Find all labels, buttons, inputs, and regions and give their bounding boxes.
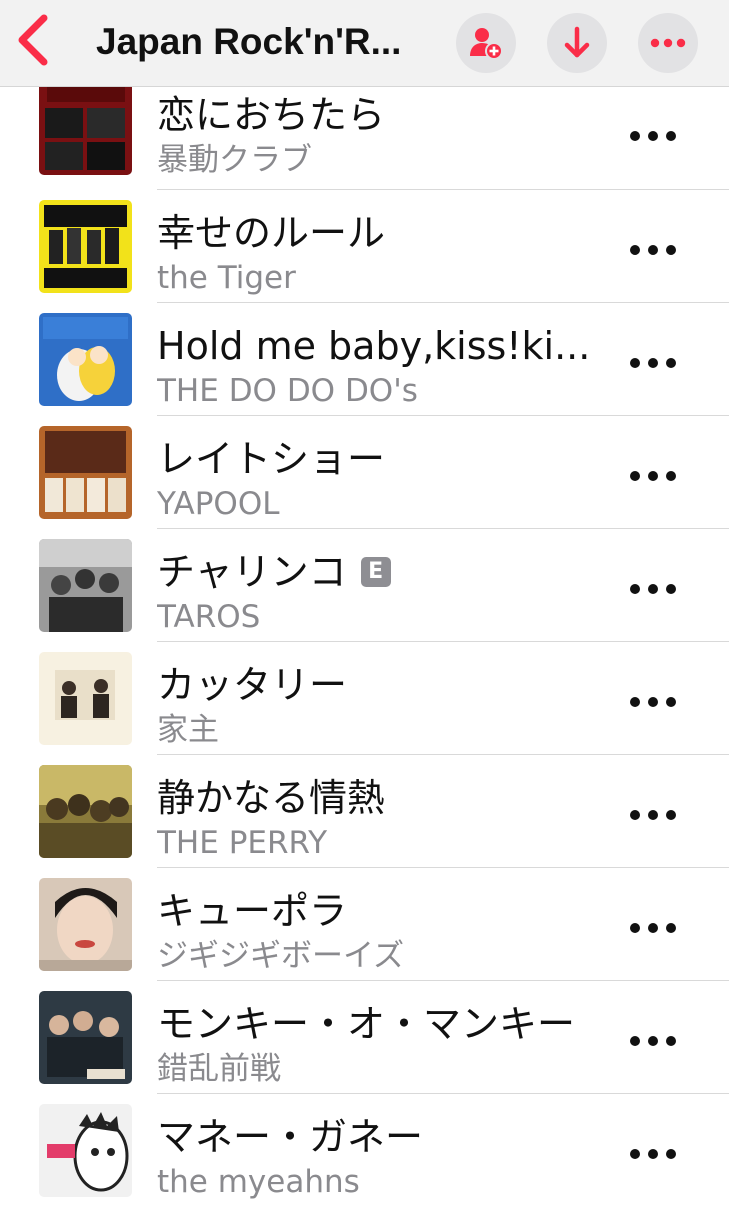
album-art (39, 991, 132, 1084)
chevron-left-icon (18, 14, 48, 66)
track-title: マネー・ガネー (157, 1115, 424, 1159)
track-title: モンキー・オ・マンキー (157, 1002, 576, 1046)
back-button[interactable] (14, 14, 54, 66)
track-artist: TAROS (157, 599, 261, 635)
track-row[interactable]: チャリンコ E TAROS (0, 529, 729, 642)
track-row[interactable]: カッタリー 家主 (0, 642, 729, 755)
track-title: レイトショー (157, 437, 386, 481)
more-options-button[interactable] (638, 13, 698, 73)
explicit-badge: E (360, 557, 391, 587)
track-more-button[interactable] (630, 469, 676, 483)
track-artist: THE DO DO DO's (157, 373, 418, 409)
track-title: 恋におちたら (157, 93, 386, 137)
track-title: カッタリー (157, 663, 348, 707)
track-row[interactable]: レイトショー YAPOOL (0, 416, 729, 529)
track-more-button[interactable] (630, 695, 676, 709)
album-art (39, 878, 132, 971)
ellipsis-icon (650, 38, 686, 48)
track-more-button[interactable] (630, 921, 676, 935)
track-more-button[interactable] (630, 243, 676, 257)
track-artist: the Tiger (157, 260, 296, 296)
navigation-bar: Japan Rock'n'R... (0, 0, 729, 87)
track-artist: 錯乱前戦 (157, 1051, 281, 1087)
track-more-button[interactable] (630, 129, 676, 143)
track-row[interactable]: Hold me baby,kiss!ki... THE DO DO DO's (0, 303, 729, 416)
track-title: 静かなる情熱 (157, 776, 386, 820)
track-row[interactable]: モンキー・オ・マンキー 錯乱前戦 (0, 981, 729, 1094)
person-plus-icon (470, 28, 503, 60)
track-row[interactable]: 幸せのルール the Tiger (0, 190, 729, 303)
track-row[interactable]: 静かなる情熱 THE PERRY (0, 755, 729, 868)
album-art (39, 313, 132, 406)
track-title: キューポラ (157, 889, 348, 933)
album-art (39, 652, 132, 745)
album-art (39, 765, 132, 858)
track-more-button[interactable] (630, 1147, 676, 1161)
track-title: チャリンコ E (157, 549, 597, 595)
track-more-button[interactable] (630, 356, 676, 370)
track-row[interactable]: キューポラ ジギジギボーイズ (0, 868, 729, 981)
track-title: Hold me baby,kiss!ki... (157, 324, 591, 368)
track-artist: the myeahns (157, 1164, 360, 1200)
arrow-down-icon (564, 26, 590, 58)
album-art (39, 200, 132, 293)
track-artist: ジギジギボーイズ (157, 938, 405, 974)
track-more-button[interactable] (630, 582, 676, 596)
download-button[interactable] (547, 13, 607, 73)
track-more-button[interactable] (630, 808, 676, 822)
album-art (39, 539, 132, 632)
add-user-button[interactable] (456, 13, 516, 73)
track-artist: 家主 (157, 712, 219, 748)
album-art (39, 1104, 132, 1197)
track-artist: 暴動クラブ (157, 142, 312, 178)
track-row[interactable]: マネー・ガネー the myeahns (0, 1094, 729, 1207)
track-row[interactable]: 恋におちたら 暴動クラブ (0, 82, 729, 190)
playlist-title: Japan Rock'n'R... (96, 21, 402, 62)
album-art (39, 82, 132, 175)
track-artist: THE PERRY (157, 825, 328, 861)
track-artist: YAPOOL (157, 486, 280, 522)
track-more-button[interactable] (630, 1034, 676, 1048)
track-title: 幸せのルール (157, 211, 386, 255)
album-art (39, 426, 132, 519)
track-list: 恋におちたら 暴動クラブ 幸せのルール the Tiger Hold me ba… (0, 82, 729, 1207)
